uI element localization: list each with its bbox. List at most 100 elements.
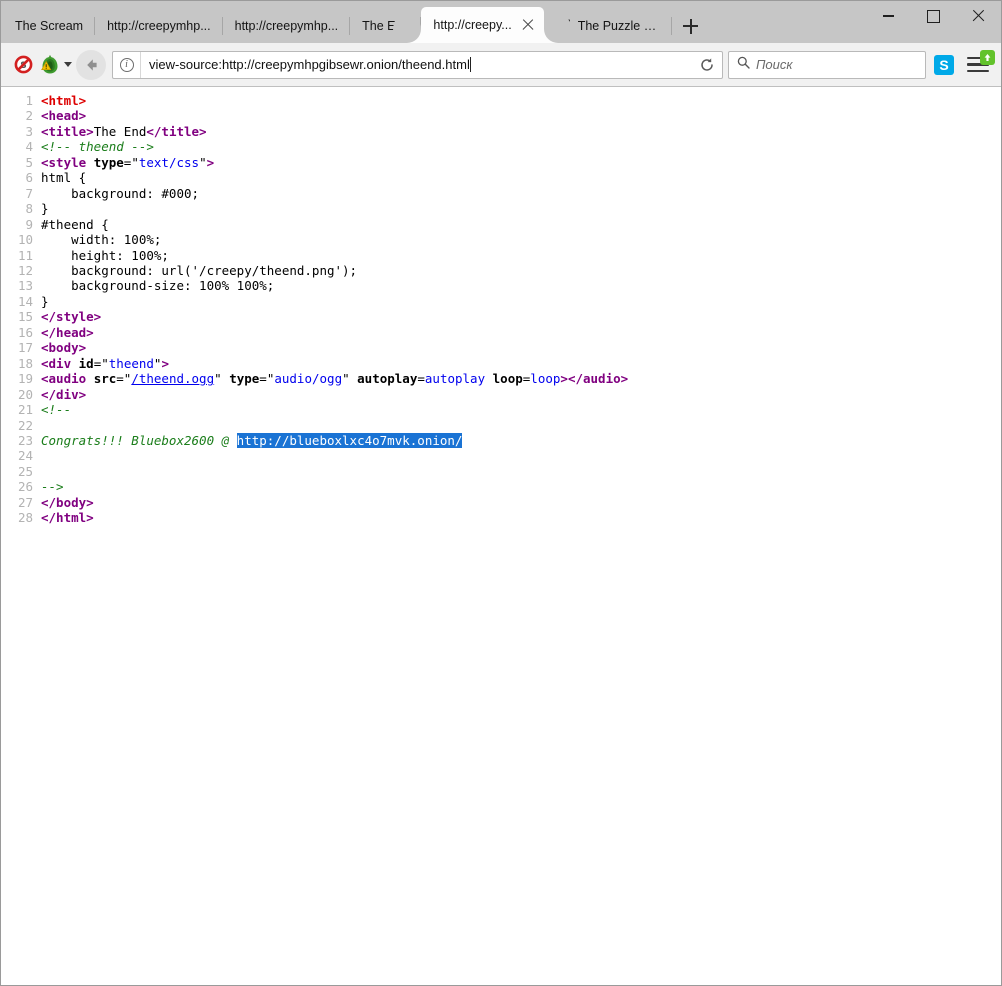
source-line: 2<head>: [1, 108, 1001, 123]
search-bar[interactable]: Поиск: [728, 51, 926, 79]
maximize-button[interactable]: [911, 1, 956, 31]
tab-shoulder-left: [407, 29, 421, 43]
code-token: background-size: 100% 100%;: [41, 278, 274, 293]
tab-item[interactable]: The Scream: [3, 9, 95, 43]
line-number: 17: [1, 340, 41, 355]
line-number: 7: [1, 186, 41, 201]
source-line: 4<!-- theend -->: [1, 139, 1001, 154]
noscript-icon-svg: S: [14, 55, 33, 74]
back-button[interactable]: [76, 50, 106, 80]
close-window-button[interactable]: [956, 1, 1001, 31]
source-line: 15</style>: [1, 309, 1001, 324]
code-token: <title>: [41, 124, 94, 139]
minimize-button[interactable]: [866, 1, 911, 31]
skype-extension-icon[interactable]: S: [932, 50, 956, 80]
line-code: <title>The End</title>: [41, 124, 1001, 139]
search-icon: [737, 56, 750, 74]
line-code: background-size: 100% 100%;: [41, 278, 1001, 293]
line-code: width: 100%;: [41, 232, 1001, 247]
info-icon-glyph: i: [120, 58, 134, 72]
line-number: 20: [1, 387, 41, 402]
code-token: text/css: [139, 155, 199, 170]
line-number: 22: [1, 418, 41, 433]
tab-label: The Scream: [15, 19, 83, 33]
chevron-down-icon[interactable]: [64, 62, 72, 67]
code-token: width: 100%;: [41, 232, 161, 247]
line-code: <html>: [41, 93, 1001, 108]
code-token: height: 100%;: [41, 248, 169, 263]
code-token: </body>: [41, 495, 94, 510]
code-token: theend: [109, 356, 154, 371]
code-token: ": [214, 371, 229, 386]
new-tab-button[interactable]: [674, 9, 708, 43]
onion-icon-svg: [39, 55, 61, 75]
line-number: 3: [1, 124, 41, 139]
source-code-listing: 1<html>2<head>3<title>The End</title>4<!…: [1, 93, 1001, 526]
code-token: id: [79, 356, 94, 371]
line-number: 14: [1, 294, 41, 309]
code-token: type: [94, 155, 124, 170]
info-icon[interactable]: i: [113, 52, 141, 78]
update-badge[interactable]: [980, 50, 995, 65]
source-line: 22: [1, 418, 1001, 433]
line-code: </style>: [41, 309, 1001, 324]
noscript-icon[interactable]: S: [8, 50, 38, 80]
code-token: <!-- theend -->: [41, 139, 154, 154]
source-line: 12 background: url('/creepy/theend.png')…: [1, 263, 1001, 278]
code-token: </audio>: [568, 371, 628, 386]
code-token: The End: [94, 124, 147, 139]
line-code: </div>: [41, 387, 1001, 402]
line-code: }: [41, 294, 1001, 309]
line-code: [41, 448, 1001, 463]
line-code: height: 100%;: [41, 248, 1001, 263]
source-line: 25: [1, 464, 1001, 479]
line-code: background: #000;: [41, 186, 1001, 201]
hamburger-menu-button[interactable]: [962, 50, 994, 80]
code-token: #theend {: [41, 217, 109, 232]
code-token: >: [560, 371, 568, 386]
tab-active[interactable]: http://creepy...: [421, 7, 543, 43]
code-token: <body>: [41, 340, 86, 355]
line-number: 18: [1, 356, 41, 371]
back-arrow-icon: [82, 56, 100, 74]
source-line: 10 width: 100%;: [1, 232, 1001, 247]
line-number: 24: [1, 448, 41, 463]
tab-label: http://creepy...: [433, 18, 511, 32]
tab-shoulder-right: [544, 29, 558, 43]
code-token: [485, 371, 493, 386]
tab-item[interactable]: http://creepymhp...: [223, 9, 351, 43]
window-controls: [866, 1, 1001, 31]
line-number: 23: [1, 433, 41, 448]
menu-bar-3: [967, 70, 989, 73]
address-bar[interactable]: i view-source:http://creepymhpgibsewr.on…: [112, 51, 723, 79]
line-code: }: [41, 201, 1001, 216]
code-token: html {: [41, 170, 86, 185]
line-code: <!-- theend -->: [41, 139, 1001, 154]
address-bar-text[interactable]: view-source:http://creepymhpgibsewr.onio…: [141, 57, 692, 72]
line-code: </head>: [41, 325, 1001, 340]
code-token: ": [342, 371, 357, 386]
view-source-content[interactable]: 1<html>2<head>3<title>The End</title>4<!…: [1, 87, 1001, 985]
tab-label: http://creepymhp...: [235, 19, 339, 33]
line-code: [41, 418, 1001, 433]
selected-url-text[interactable]: http://blueboxlxc4o7mvk.onion/: [237, 433, 463, 448]
source-link[interactable]: /theend.ogg: [131, 371, 214, 386]
source-line: 26-->: [1, 479, 1001, 494]
line-code: <body>: [41, 340, 1001, 355]
source-line: 9#theend {: [1, 217, 1001, 232]
tab-item[interactable]: http://creepymhp...: [95, 9, 223, 43]
line-code: Congrats!!! Bluebox2600 @ http://bluebox…: [41, 433, 1001, 448]
code-token: </style>: [41, 309, 101, 324]
source-line: 19<audio src="/theend.ogg" type="audio/o…: [1, 371, 1001, 386]
code-token: </head>: [41, 325, 94, 340]
code-token: ": [199, 155, 207, 170]
line-code: <!--: [41, 402, 1001, 417]
source-line: 23Congrats!!! Bluebox2600 @ http://blueb…: [1, 433, 1001, 448]
torbutton-icon[interactable]: [38, 50, 72, 80]
search-input[interactable]: Поиск: [756, 57, 793, 72]
code-token: -->: [41, 479, 64, 494]
tab-close-button[interactable]: [520, 17, 536, 33]
source-line: 3<title>The End</title>: [1, 124, 1001, 139]
reload-button[interactable]: [692, 51, 722, 79]
line-number: 27: [1, 495, 41, 510]
